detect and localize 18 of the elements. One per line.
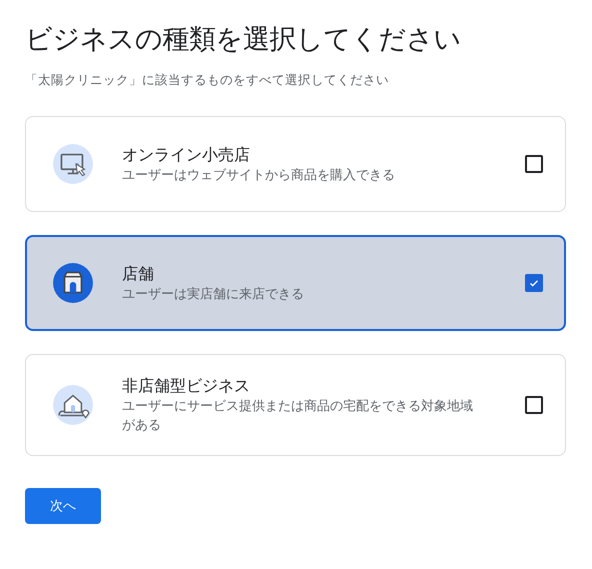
computer-icon — [52, 143, 94, 185]
option-description: ユーザーはウェブサイトから商品を購入できる — [122, 166, 396, 184]
checkbox[interactable] — [525, 274, 543, 292]
option-card[interactable]: 店舗 ユーザーは実店舗に来店できる — [25, 235, 566, 331]
option-description: ユーザーにサービス提供または商品の宅配をできる対象地域がある — [122, 398, 474, 435]
option-title: 非店舗型ビジネス — [122, 375, 251, 397]
next-button[interactable]: 次へ — [25, 488, 101, 524]
page-subtitle: 「太陽クリニック」に該当するものをすべて選択してください — [25, 72, 390, 89]
house-location-icon — [52, 384, 94, 426]
option-title: 店舗 — [122, 262, 155, 284]
option-title: オンライン小売店 — [122, 144, 251, 166]
storefront-icon — [52, 262, 94, 304]
checkbox[interactable] — [525, 396, 543, 414]
page-title: ビジネスの種類を選択してください — [25, 23, 462, 57]
checkbox[interactable] — [525, 155, 543, 173]
option-card[interactable]: オンライン小売店 ユーザーはウェブサイトから商品を購入できる — [25, 116, 566, 212]
option-description: ユーザーは実店舗に来店できる — [122, 286, 305, 304]
option-card[interactable]: 非店舗型ビジネス ユーザーにサービス提供または商品の宅配をできる対象地域がある — [25, 354, 566, 456]
